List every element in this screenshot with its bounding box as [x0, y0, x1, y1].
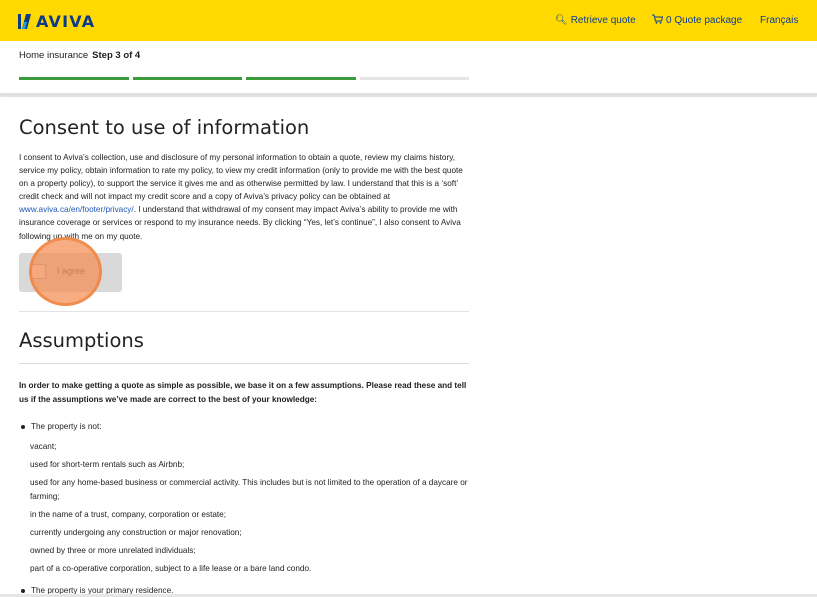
progress-segment: [132, 77, 242, 80]
consent-heading: Consent to use of information: [19, 116, 310, 139]
progress-segment: [359, 77, 469, 80]
agree-label: I agree: [57, 266, 86, 276]
agree-checkbox-container[interactable]: I agree: [19, 253, 122, 292]
bullet-dot: [21, 424, 25, 429]
top-header-bar: AVIVA 🔍︎ Retrieve quote 0 Quote package …: [0, 0, 817, 41]
language-toggle-link[interactable]: Français: [760, 0, 798, 41]
breadcrumb-step: Step 3 of 4: [92, 50, 141, 61]
breadcrumb-product: Home insurance: [19, 50, 89, 61]
assumptions-divider: [19, 363, 469, 364]
aviva-logo-mark-icon: [18, 13, 31, 29]
assumptions-heading: Assumptions: [19, 329, 144, 352]
list-item: vacant;: [30, 442, 57, 451]
progress-bar: [19, 77, 469, 80]
retrieve-quote-label: Retrieve quote: [570, 15, 636, 26]
list-item: in the name of a trust, company, corpora…: [30, 510, 226, 519]
list-item: The property is not:: [21, 422, 102, 431]
breadcrumb: Home insurance Step 3 of 4: [19, 50, 140, 61]
aviva-logo[interactable]: AVIVA: [18, 11, 96, 31]
assumptions-intro: In order to make getting a quote as simp…: [19, 381, 467, 404]
retrieve-quote-link[interactable]: 🔍︎ Retrieve quote: [555, 0, 636, 41]
search-icon: 🔍︎: [555, 15, 568, 26]
consent-paragraph: I consent to Aviva’s collection, use and…: [19, 151, 469, 243]
bullet-text: The property is not:: [31, 422, 102, 431]
list-item: part of a co-operative corporation, subj…: [30, 564, 312, 573]
agree-checkbox[interactable]: [31, 264, 46, 279]
list-item: used for any home-based business or comm…: [30, 478, 468, 501]
header-divider: [0, 93, 817, 96]
progress-segment: [246, 77, 356, 80]
quote-package-link[interactable]: 0 Quote package: [652, 0, 742, 41]
progress-segment: [19, 77, 129, 80]
bullet-dot: [21, 588, 25, 593]
consent-text-part1: I consent to Aviva’s collection, use and…: [19, 153, 463, 202]
privacy-policy-link[interactable]: www.aviva.ca/en/footer/privacy/: [19, 205, 134, 214]
brand-name: AVIVA: [36, 11, 96, 31]
quote-package-label: 0 Quote package: [666, 15, 743, 26]
list-item: used for short-term rentals such as Airb…: [30, 460, 185, 469]
cart-icon: [652, 14, 664, 27]
list-item: owned by three or more unrelated individ…: [30, 546, 196, 555]
list-item: currently undergoing any construction or…: [30, 528, 242, 537]
section-divider: [19, 311, 469, 312]
